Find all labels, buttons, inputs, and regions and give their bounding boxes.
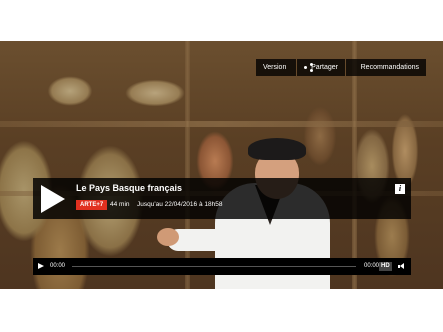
channel-badge: ARTE+7 — [76, 200, 108, 210]
grid-icon — [353, 64, 356, 72]
share-button[interactable]: Partager — [297, 59, 345, 76]
play-icon[interactable] — [38, 263, 44, 269]
progress-track[interactable] — [72, 266, 356, 267]
info-icon[interactable]: i — [395, 184, 405, 194]
quality-button[interactable]: HD — [379, 262, 392, 271]
volume-icon[interactable] — [398, 263, 406, 270]
availability-text: Jusqu'au 22/04/2016 à 18h58 — [137, 201, 223, 208]
current-time: 00:00 — [50, 263, 66, 269]
ham-rack-post — [352, 41, 357, 289]
share-icon — [304, 63, 313, 72]
video-title: Le Pays Basque français — [76, 183, 183, 193]
video-player[interactable]: Version Partager Recommandations — [0, 41, 443, 289]
video-duration: 44 min — [110, 201, 130, 208]
total-time: 00:00 — [364, 263, 380, 269]
ham-rack-post — [185, 41, 190, 289]
share-label: Partager — [311, 64, 338, 71]
ham-rack-beam — [0, 121, 443, 127]
beret — [248, 138, 306, 160]
recommendations-label: Recommandations — [360, 64, 419, 71]
version-label: Version — [263, 64, 287, 71]
video-info-bar: Le Pays Basque français ARTE+7 44 min Ju… — [33, 178, 411, 219]
recommendations-button[interactable]: Recommandations — [346, 59, 426, 76]
play-icon[interactable] — [41, 185, 65, 213]
presenter-hand — [157, 228, 179, 246]
player-control-bar: 00:00 00:00 HD — [33, 258, 411, 275]
version-button[interactable]: Version — [256, 59, 296, 76]
